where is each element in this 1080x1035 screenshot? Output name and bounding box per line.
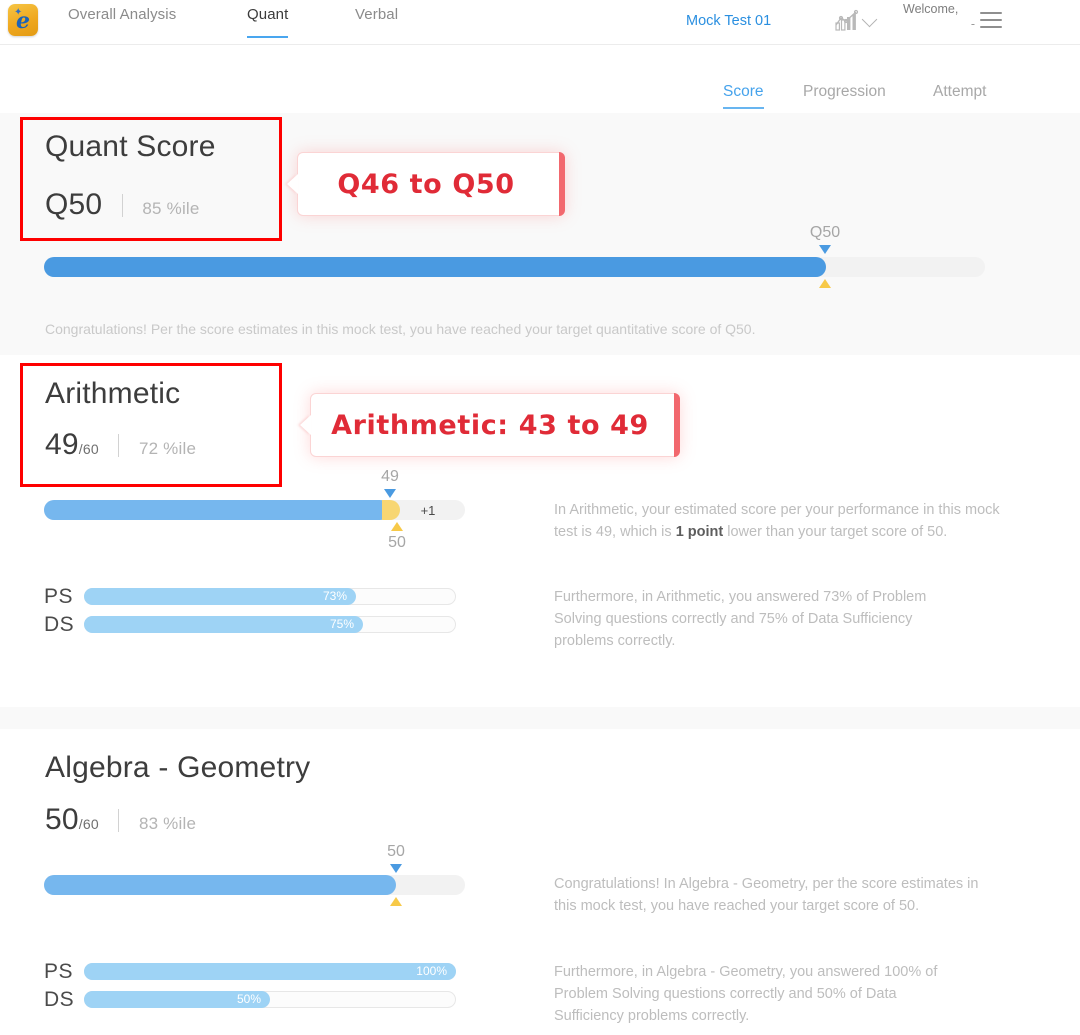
algebra-bar-fill [44, 875, 396, 895]
algebra-estimate-marker-icon [390, 864, 402, 873]
arithmetic-target-marker-icon [391, 522, 403, 531]
algebra-score-row: 50/60 83 %ile [45, 803, 196, 837]
logo-icon[interactable]: e ✦ [8, 4, 38, 36]
quant-score-bar-track [44, 257, 985, 277]
burger-line [980, 12, 1002, 14]
quant-score-bar-fill [44, 257, 826, 277]
algebra-ds-track: 50% [84, 991, 456, 1008]
callout-text: Q46 to Q50 [337, 168, 515, 200]
nav-label: Quant [247, 6, 289, 23]
algebra-percentile: 83 %ile [138, 814, 197, 833]
algebra-ds-value: 50% [236, 992, 261, 1006]
arithmetic-target-label: 50 [388, 534, 406, 551]
mock-test-selector[interactable]: Mock Test 01 [686, 13, 771, 29]
tab-score[interactable]: Score [723, 83, 764, 109]
arithmetic-ds-label: DS [44, 613, 75, 636]
callout-tail [287, 174, 298, 194]
bar-chart-icon[interactable] [833, 9, 861, 33]
welcome-text: Welcome, - [903, 2, 975, 32]
nav-label: Verbal [355, 6, 399, 23]
algebra-score-paragraph: Congratulations! In Algebra - Geometry, … [554, 876, 979, 914]
callout-accent-bar [674, 393, 680, 457]
nav-item-overall-analysis[interactable]: Overall Analysis [68, 6, 176, 32]
arithmetic-ds-track: 75% [84, 616, 456, 633]
chevron-down-icon[interactable] [861, 11, 878, 28]
annotation-box-quant-score [20, 117, 282, 241]
section-divider-band [0, 707, 1080, 729]
tab-attempt[interactable]: Attempt [933, 83, 986, 101]
algebra-accuracy-paragraph: Furthermore, in Algebra - Geometry, you … [554, 964, 938, 1024]
arithmetic-ds-value: 75% [329, 617, 354, 631]
arithmetic-gap-segment [382, 500, 400, 520]
algebra-estimate-label: 50 [387, 843, 405, 860]
paragraph-line-1: In Arithmetic, your estimated score per … [554, 502, 961, 518]
algebra-score-denominator: /60 [78, 816, 99, 832]
tab-progression[interactable]: Progression [803, 83, 886, 101]
arithmetic-ps-label: PS [44, 585, 74, 608]
logo-spark-icon: ✦ [14, 7, 23, 18]
paragraph-line-2c: lower than your target score of 50. [723, 524, 948, 540]
arithmetic-ps-track: 73% [84, 588, 456, 605]
algebra-ds-label: DS [44, 988, 75, 1011]
top-navigation-bar: e ✦ Overall Analysis Quant Verbal Mock T… [0, 0, 1080, 45]
callout-tail [300, 415, 311, 435]
algebra-ps-label: PS [44, 960, 74, 983]
arithmetic-bar-track [44, 500, 465, 520]
logo-letter-e: e [16, 8, 30, 34]
arithmetic-score-paragraph: In Arithmetic, your estimated score per … [554, 499, 1004, 543]
callout-arithmetic-range: Arithmetic: 43 to 49 [300, 393, 680, 457]
hamburger-menu-icon[interactable] [980, 12, 1002, 30]
algebra-target-marker-icon [390, 897, 402, 906]
sub-tab-bar: Score Progression Attempt [0, 45, 1080, 113]
tab-label: Attempt [933, 83, 987, 100]
arithmetic-bar-fill [44, 500, 390, 520]
algebra-ds-fill: 50% [84, 991, 270, 1008]
user-name: - [970, 17, 975, 31]
algebra-ps-fill: 100% [84, 963, 456, 980]
arithmetic-accuracy-paragraph: Furthermore, in Arithmetic, you answered… [554, 589, 927, 649]
tab-label: Progression [803, 83, 886, 100]
arithmetic-ps-fill: 73% [84, 588, 356, 605]
arithmetic-ps-value: 73% [322, 589, 347, 603]
quant-target-marker-icon [819, 279, 831, 288]
arithmetic-ds-fill: 75% [84, 616, 363, 633]
welcome-label: Welcome, [903, 2, 959, 16]
nav-item-verbal[interactable]: Verbal [355, 6, 398, 32]
arithmetic-delta-label: +1 [420, 503, 436, 518]
nav-item-quant[interactable]: Quant [247, 6, 289, 38]
callout-text: Arithmetic: 43 to 49 [331, 409, 649, 441]
algebra-ps-track: 100% [84, 963, 456, 980]
arithmetic-estimate-label: 49 [381, 468, 399, 485]
value-divider [118, 809, 120, 832]
tab-label: Score [723, 83, 764, 100]
callout-quant-range: Q46 to Q50 [287, 152, 565, 216]
algebra-bar-track [44, 875, 465, 895]
arithmetic-estimate-marker-icon [384, 489, 396, 498]
algebra-title: Algebra - Geometry [45, 751, 311, 784]
algebra-ps-value: 100% [416, 964, 447, 978]
annotation-box-arithmetic [20, 363, 282, 487]
algebra-score-value: 50 [45, 803, 79, 836]
quant-score-note: Congratulations! Per the score estimates… [45, 321, 756, 337]
burger-line [980, 19, 1002, 21]
burger-line [980, 26, 1002, 28]
nav-label: Overall Analysis [68, 6, 177, 23]
callout-accent-bar [559, 152, 565, 216]
quant-target-marker-label: Q50 [809, 224, 841, 241]
paragraph-emphasis: 1 point [675, 524, 724, 540]
quant-estimate-marker-icon [819, 245, 831, 254]
